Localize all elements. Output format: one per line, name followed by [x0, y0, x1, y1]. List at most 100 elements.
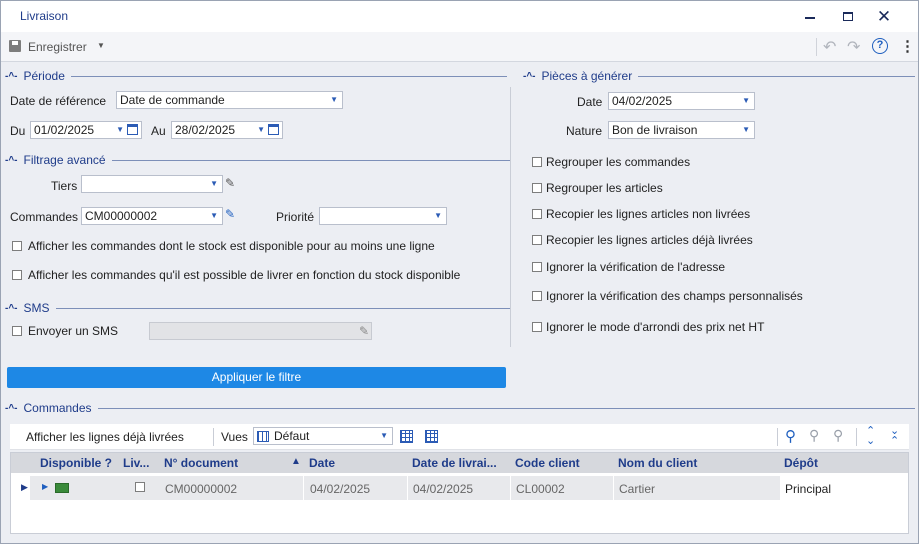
nature-select[interactable]: Bon de livraison ▼	[608, 121, 755, 139]
chevron-down-icon: ▼	[116, 125, 124, 134]
document-number: CM00000002	[165, 482, 238, 496]
pieces-section-header[interactable]: -^- Pièces à générer	[523, 69, 915, 83]
option-checkbox[interactable]	[532, 157, 542, 167]
sms-template-field: ✎	[149, 322, 372, 340]
tiers-label: Tiers	[51, 179, 78, 193]
expand-row-icon[interactable]: ▶	[42, 482, 48, 491]
toolbar-separator	[816, 38, 817, 56]
redo-icon[interactable]: ↷	[847, 37, 860, 57]
sort-ascending-icon[interactable]: ▲	[291, 456, 301, 467]
option-label: Ignorer la vérification des champs perso…	[546, 289, 803, 303]
piece-date-label: Date	[577, 95, 603, 109]
piece-date-field[interactable]: 04/02/2025 ▼	[608, 92, 755, 110]
option-checkbox[interactable]	[532, 235, 542, 245]
save-button[interactable]: Enregistrer	[28, 40, 87, 54]
orders-table: Disponible ? Liv... N° document ▲ Date D…	[10, 452, 909, 534]
chevron-down-icon: ▼	[210, 179, 218, 188]
edit-pencil-icon[interactable]: ✎	[225, 207, 235, 221]
close-icon: ✕	[876, 7, 892, 26]
date-ref-select[interactable]: Date de commande ▼	[116, 91, 343, 109]
search-next-icon[interactable]: ⚲	[833, 427, 843, 444]
chevron-down-icon: ▼	[380, 431, 388, 440]
collapse-chevron-icon: -^-	[523, 70, 536, 82]
option-checkbox[interactable]	[532, 322, 542, 332]
chevron-down-icon: ▼	[210, 211, 218, 220]
chevron-down-icon: ▼	[330, 95, 338, 104]
commandes-value: CM00000002	[85, 209, 158, 223]
calendar-icon[interactable]	[127, 124, 138, 135]
send-sms-checkbox[interactable]	[12, 326, 22, 336]
au-date-value: 28/02/2025	[175, 123, 236, 137]
minimize-button[interactable]	[799, 7, 821, 27]
close-button[interactable]: ✕	[873, 7, 895, 27]
undo-icon[interactable]: ↶	[823, 37, 836, 57]
depot-name: Principal	[785, 482, 832, 496]
deliverable-label: Afficher les commandes qu'il est possibl…	[28, 268, 461, 282]
column-header[interactable]: Code client	[515, 456, 613, 470]
table-row[interactable]: ▶ ▶ CM00000002 04/02/2025 04/02/2025 CL0…	[11, 476, 908, 500]
deliverable-checkbox[interactable]	[12, 270, 22, 280]
row-indicator-icon: ▶	[21, 482, 28, 492]
option-checkbox[interactable]	[532, 209, 542, 219]
collapse-chevron-icon: -^-	[5, 302, 18, 314]
du-date-value: 01/02/2025	[34, 123, 95, 137]
column-header[interactable]: Date de livrai...	[412, 456, 510, 470]
option-checkbox[interactable]	[532, 183, 542, 193]
vues-select[interactable]: Défaut ▼	[253, 427, 393, 445]
expand-all-icon[interactable]: ⌄ ⌃	[890, 426, 899, 447]
column-header[interactable]: N° document	[164, 456, 264, 470]
edit-pencil-icon[interactable]: ✎	[225, 176, 235, 190]
column-header[interactable]: Date	[309, 456, 407, 470]
stock-available-icon	[55, 483, 69, 493]
nature-value: Bon de livraison	[612, 123, 698, 137]
cell-divider	[303, 476, 304, 500]
option-label: Regrouper les articles	[546, 181, 663, 195]
pieces-title: Pièces à générer	[541, 69, 633, 83]
section-divider	[70, 75, 507, 77]
show-delivered-button[interactable]: Afficher les lignes déjà livrées	[26, 430, 184, 444]
au-date-field[interactable]: 28/02/2025 ▼	[171, 121, 283, 139]
date-ref-value: Date de commande	[120, 93, 225, 107]
option-checkbox[interactable]	[532, 291, 542, 301]
filtrage-section-header[interactable]: -^- Filtrage avancé	[5, 153, 510, 167]
apply-filter-button[interactable]: Appliquer le filtre	[7, 367, 506, 388]
column-header[interactable]: Nom du client	[618, 456, 778, 470]
title-bar: Livraison ✕	[1, 1, 918, 32]
manage-views-icon[interactable]	[425, 430, 438, 443]
dialog-window: Livraison ✕ Enregistrer ▼ ↶ ↷ ? ⋮ -^- Pé…	[0, 0, 919, 544]
chevron-down-icon: ▼	[742, 125, 750, 134]
delivery-date: 04/02/2025	[413, 482, 474, 496]
commandes-select[interactable]: CM00000002 ▼	[81, 207, 223, 225]
piece-date-value: 04/02/2025	[612, 94, 673, 108]
column-header[interactable]: Disponible ?	[40, 456, 120, 470]
cell-divider	[510, 476, 511, 500]
maximize-button[interactable]	[837, 7, 859, 27]
calendar-icon[interactable]	[268, 124, 279, 135]
du-label: Du	[10, 124, 26, 138]
grid-view-icon	[257, 431, 269, 442]
column-header[interactable]: Dépôt	[784, 456, 884, 470]
du-date-field[interactable]: 01/02/2025 ▼	[30, 121, 142, 139]
section-divider	[55, 307, 510, 309]
save-dropdown-icon[interactable]: ▼	[97, 41, 105, 50]
priorite-label: Priorité	[276, 210, 315, 224]
commandes-section-header[interactable]: -^- Commandes	[5, 401, 915, 415]
stock-available-checkbox[interactable]	[12, 241, 22, 251]
delivered-checkbox[interactable]	[135, 482, 145, 492]
search-previous-icon[interactable]: ⚲	[809, 427, 819, 444]
help-icon[interactable]: ?	[872, 38, 888, 54]
collapse-chevron-icon: -^-	[5, 154, 18, 166]
tiers-select[interactable]: ▼	[81, 175, 223, 193]
periode-section-header[interactable]: -^- Période	[5, 69, 507, 83]
filtrage-title: Filtrage avancé	[23, 153, 106, 167]
priorite-select[interactable]: ▼	[319, 207, 447, 225]
collapse-all-icon[interactable]: ⌃ ⌄	[866, 426, 875, 447]
chevron-down-icon: ▼	[434, 211, 442, 220]
option-checkbox[interactable]	[532, 262, 542, 272]
more-options-icon[interactable]: ⋮	[900, 37, 915, 55]
sms-section-header[interactable]: -^- SMS	[5, 301, 510, 315]
column-header[interactable]: Liv...	[123, 456, 157, 470]
search-icon[interactable]: ⚲	[785, 427, 796, 445]
cell-divider	[613, 476, 614, 500]
save-view-icon[interactable]	[400, 430, 413, 443]
